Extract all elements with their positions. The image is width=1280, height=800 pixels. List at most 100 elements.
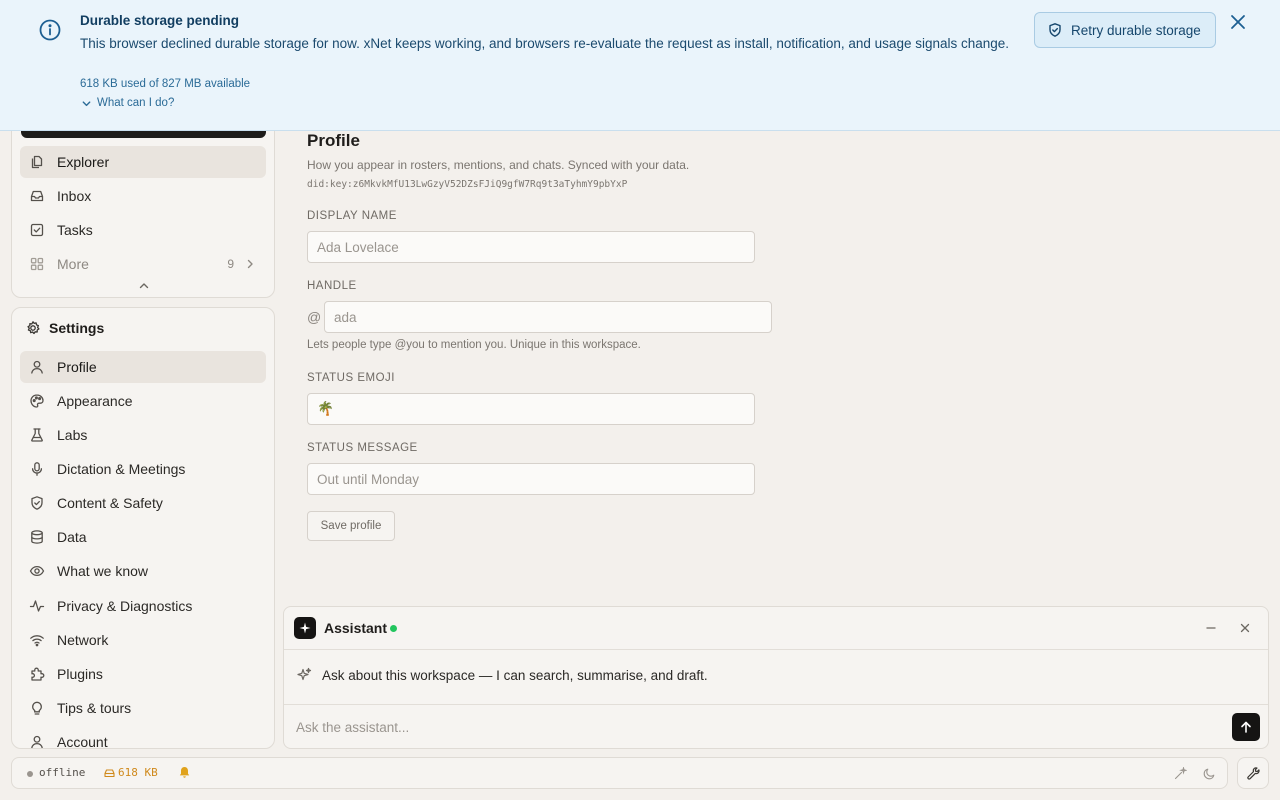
online-status-dot bbox=[390, 625, 397, 632]
moon-icon[interactable] bbox=[1203, 767, 1216, 780]
lightbulb-icon bbox=[29, 700, 45, 716]
minimize-icon[interactable] bbox=[1204, 621, 1218, 635]
gear-icon bbox=[25, 320, 41, 336]
settings-title: Settings bbox=[49, 320, 105, 336]
save-profile-button[interactable]: Save profile bbox=[307, 511, 395, 541]
settings-item-dictation-meetings[interactable]: Dictation & Meetings bbox=[20, 453, 266, 485]
connection-status[interactable]: offline bbox=[39, 766, 85, 779]
settings-item-data[interactable]: Data bbox=[20, 521, 266, 553]
developer-tools-button[interactable] bbox=[1237, 757, 1269, 789]
settings-item-network[interactable]: Network bbox=[20, 624, 266, 656]
settings-label-tips-tours: Tips & tours bbox=[57, 700, 132, 716]
status-message-input[interactable] bbox=[307, 463, 755, 495]
mic-icon bbox=[29, 461, 45, 477]
account-icon bbox=[29, 734, 45, 748]
puzzle-icon bbox=[29, 666, 45, 682]
storage-size: 618 KB bbox=[118, 766, 158, 779]
retry-durable-storage-button[interactable]: Retry durable storage bbox=[1034, 12, 1216, 48]
chevron-down-icon bbox=[81, 98, 92, 109]
grid-icon bbox=[29, 256, 45, 272]
palette-icon bbox=[29, 393, 45, 409]
settings-label-network: Network bbox=[57, 632, 109, 648]
banner-message: This browser declined durable storage fo… bbox=[80, 36, 1010, 51]
assistant-title: Assistant bbox=[324, 620, 388, 636]
page-subtitle: How you appear in rosters, mentions, and… bbox=[307, 158, 690, 172]
wifi-icon bbox=[29, 632, 45, 648]
settings-label-appearance: Appearance bbox=[57, 393, 133, 409]
primary-nav: Explorer Inbox Tasks More 9 bbox=[11, 110, 275, 298]
settings-label-profile: Profile bbox=[57, 359, 97, 375]
settings-item-content-safety[interactable]: Content & Safety bbox=[20, 487, 266, 519]
close-icon[interactable] bbox=[1228, 12, 1248, 32]
settings-item-appearance[interactable]: Appearance bbox=[20, 385, 266, 417]
assistant-input[interactable] bbox=[296, 716, 1196, 738]
settings-label-privacy-diagnostics: Privacy & Diagnostics bbox=[57, 598, 193, 614]
nav-item-inbox[interactable]: Inbox bbox=[20, 180, 266, 212]
shield-check-icon bbox=[1047, 22, 1063, 38]
handle-help-text: Lets people type @you to mention you. Un… bbox=[307, 339, 641, 351]
settings-label-plugins: Plugins bbox=[57, 666, 103, 682]
display-name-label: DISPLAY NAME bbox=[307, 210, 397, 222]
storage-icon bbox=[104, 767, 115, 778]
durable-storage-banner: Durable storage pending This browser dec… bbox=[0, 0, 1280, 131]
settings-item-account[interactable]: Account bbox=[20, 726, 266, 749]
wrench-icon bbox=[1246, 766, 1261, 781]
settings-item-privacy-diagnostics[interactable]: Privacy & Diagnostics bbox=[20, 590, 266, 622]
assistant-intro-text: Ask about this workspace — I can search,… bbox=[322, 667, 708, 683]
eye-icon bbox=[29, 563, 45, 579]
settings-item-plugins[interactable]: Plugins bbox=[20, 658, 266, 690]
assistant-panel: Assistant Ask about this workspace — I c… bbox=[283, 606, 1269, 749]
flask-icon bbox=[29, 427, 45, 443]
inbox-icon bbox=[29, 188, 45, 204]
settings-label-content-safety: Content & Safety bbox=[57, 495, 163, 511]
handle-prefix: @ bbox=[307, 309, 322, 325]
chevron-up-icon[interactable] bbox=[137, 279, 151, 293]
what-can-i-do-toggle[interactable]: What can I do? bbox=[81, 97, 174, 109]
nav-item-tasks[interactable]: Tasks bbox=[20, 214, 266, 246]
status-emoji-label: STATUS EMOJI bbox=[307, 372, 395, 384]
handle-label: HANDLE bbox=[307, 280, 357, 292]
nav-label-more: More bbox=[57, 256, 89, 272]
banner-title: Durable storage pending bbox=[80, 13, 240, 28]
bell-icon[interactable] bbox=[178, 766, 191, 779]
nav-label-tasks: Tasks bbox=[57, 222, 93, 238]
send-button[interactable] bbox=[1232, 713, 1260, 741]
nav-label-inbox: Inbox bbox=[57, 188, 92, 204]
status-message-label: STATUS MESSAGE bbox=[307, 442, 418, 454]
settings-item-what-we-know[interactable]: What we know bbox=[20, 555, 266, 587]
user-icon bbox=[29, 359, 45, 375]
assistant-composer bbox=[284, 704, 1268, 748]
shield-check-icon bbox=[29, 495, 45, 511]
nav-item-explorer[interactable]: Explorer bbox=[20, 146, 266, 178]
settings-item-labs[interactable]: Labs bbox=[20, 419, 266, 451]
settings-label-account: Account bbox=[57, 734, 108, 749]
settings-label-labs: Labs bbox=[57, 427, 88, 443]
settings-label-what-we-know: What we know bbox=[57, 563, 149, 579]
activity-icon bbox=[29, 598, 45, 614]
settings-item-tips-tours[interactable]: Tips & tours bbox=[20, 692, 266, 724]
nav-item-more[interactable]: More 9 bbox=[20, 248, 266, 280]
settings-nav: Settings Profile Appearance Labs Dictati… bbox=[11, 307, 275, 749]
display-name-input[interactable] bbox=[307, 231, 755, 263]
handle-input[interactable] bbox=[324, 301, 772, 333]
close-icon[interactable] bbox=[1238, 621, 1252, 635]
storage-usage-text: 618 KB used of 827 MB available bbox=[80, 78, 251, 90]
assistant-intro: Ask about this workspace — I can search,… bbox=[296, 667, 708, 683]
storage-indicator[interactable]: 618 KB bbox=[104, 766, 158, 779]
checkbox-icon bbox=[29, 222, 45, 238]
database-icon bbox=[29, 529, 45, 545]
page-title: Profile bbox=[307, 131, 360, 150]
magic-wand-icon[interactable] bbox=[1174, 767, 1187, 780]
info-icon bbox=[38, 18, 62, 42]
nav-label-explorer: Explorer bbox=[57, 154, 110, 170]
assistant-header: Assistant bbox=[284, 607, 1268, 650]
what-can-i-do-label: What can I do? bbox=[97, 97, 175, 109]
settings-label-data: Data bbox=[57, 529, 87, 545]
chevron-right-icon bbox=[244, 258, 256, 270]
status-emoji-input[interactable] bbox=[307, 393, 755, 425]
status-bar: offline 618 KB bbox=[11, 757, 1228, 789]
more-count-badge: 9 bbox=[227, 257, 234, 271]
settings-item-profile[interactable]: Profile bbox=[20, 351, 266, 383]
settings-label-dictation-meetings: Dictation & Meetings bbox=[57, 461, 186, 477]
sparkles-icon bbox=[296, 667, 312, 683]
